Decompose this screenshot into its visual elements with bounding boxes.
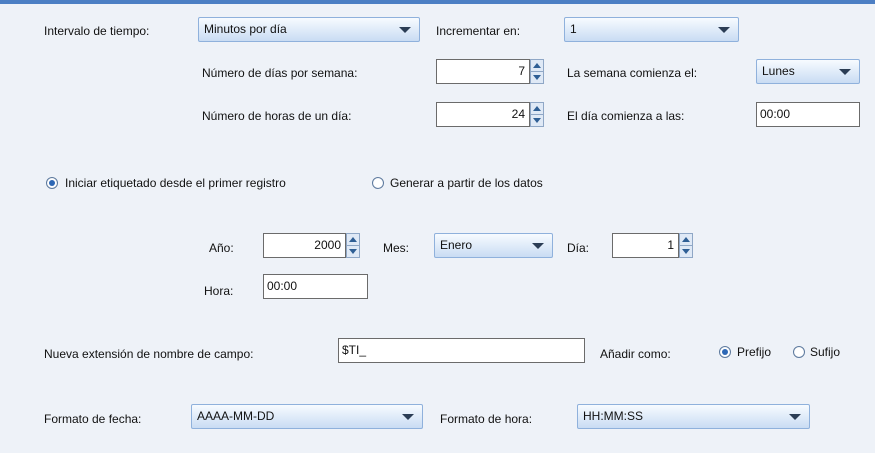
spin-down-icon[interactable] xyxy=(531,115,543,126)
spin-up-icon[interactable] xyxy=(531,60,543,72)
week-starts-value: Lunes xyxy=(762,64,795,78)
hours-per-day-input[interactable]: 24 xyxy=(436,102,530,127)
month-combo[interactable]: Enero xyxy=(434,233,553,258)
spin-down-icon[interactable] xyxy=(680,246,692,257)
date-format-label: Formato de fecha: xyxy=(44,412,142,426)
radio-prefix[interactable] xyxy=(719,346,731,358)
time-format-value: HH:MM:SS xyxy=(583,409,643,423)
hours-per-day-label: Número de horas de un día: xyxy=(202,109,352,123)
chevron-down-icon xyxy=(839,69,851,75)
first-record-label[interactable]: Iniciar etiquetado desde el primer regis… xyxy=(65,176,286,190)
spin-up-icon[interactable] xyxy=(680,234,692,246)
top-border xyxy=(0,0,875,4)
spin-down-icon[interactable] xyxy=(531,72,543,83)
days-per-week-label: Número de días por semana: xyxy=(202,66,358,80)
week-starts-label: La semana comienza el: xyxy=(567,66,698,80)
prefix-label[interactable]: Prefijo xyxy=(737,345,771,359)
time-format-label: Formato de hora: xyxy=(440,412,533,426)
hour-label: Hora: xyxy=(204,284,234,298)
chevron-down-icon xyxy=(399,27,411,33)
date-format-combo[interactable]: AAAA-MM-DD xyxy=(191,404,423,429)
day-spinner[interactable] xyxy=(679,233,693,258)
interval-combo[interactable]: Minutos por día xyxy=(198,17,420,42)
increment-label: Incrementar en: xyxy=(436,24,521,38)
interval-label: Intervalo de tiempo: xyxy=(44,24,150,38)
chevron-down-icon xyxy=(532,243,544,249)
day-starts-label: El día comienza a las: xyxy=(567,109,685,123)
radio-from-data[interactable] xyxy=(372,177,384,189)
hours-per-day-spinner[interactable] xyxy=(530,102,544,127)
day-label: Día: xyxy=(567,241,590,255)
add-as-label: Añadir como: xyxy=(600,347,671,361)
extension-label: Nueva extensión de nombre de campo: xyxy=(44,347,254,361)
chevron-down-icon xyxy=(402,414,414,420)
year-spinner[interactable] xyxy=(346,233,360,258)
interval-value: Minutos por día xyxy=(204,22,287,36)
year-input[interactable]: 2000 xyxy=(263,233,346,258)
days-per-week-spinner[interactable] xyxy=(530,59,544,84)
day-starts-input[interactable]: 00:00 xyxy=(756,102,860,127)
increment-value: 1 xyxy=(570,22,577,36)
month-label: Mes: xyxy=(383,241,410,255)
suffix-label[interactable]: Sufijo xyxy=(810,345,840,359)
spin-down-icon[interactable] xyxy=(347,246,359,257)
hour-input[interactable]: 00:00 xyxy=(263,274,368,299)
week-starts-combo[interactable]: Lunes xyxy=(756,59,860,84)
days-per-week-input[interactable]: 7 xyxy=(436,59,530,84)
year-label: Año: xyxy=(209,241,234,255)
extension-input[interactable]: $TI_ xyxy=(338,338,585,363)
month-value: Enero xyxy=(440,238,473,252)
chevron-down-icon xyxy=(789,414,801,420)
increment-combo[interactable]: 1 xyxy=(564,17,739,42)
radio-first-record[interactable] xyxy=(46,177,58,189)
chevron-down-icon xyxy=(718,27,730,33)
date-format-value: AAAA-MM-DD xyxy=(197,409,275,423)
day-input[interactable]: 1 xyxy=(612,233,679,258)
time-format-combo[interactable]: HH:MM:SS xyxy=(577,404,810,429)
radio-suffix[interactable] xyxy=(793,346,805,358)
spin-up-icon[interactable] xyxy=(531,103,543,115)
from-data-label[interactable]: Generar a partir de los datos xyxy=(390,176,543,190)
spin-up-icon[interactable] xyxy=(347,234,359,246)
